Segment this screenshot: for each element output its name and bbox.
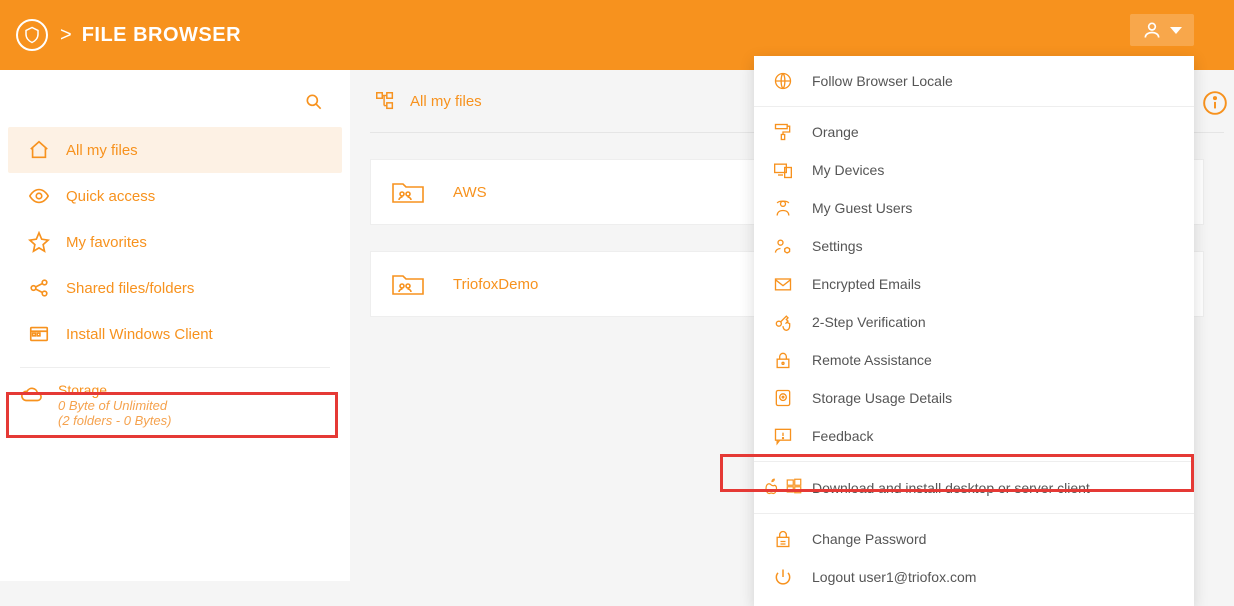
dd-label: Follow Browser Locale — [812, 73, 953, 89]
dd-my-devices[interactable]: My Devices — [754, 151, 1194, 189]
apple-icon — [763, 477, 781, 498]
storage-title: Storage — [58, 382, 171, 398]
sidebar-item-label: Install Windows Client — [66, 326, 213, 343]
mail-icon — [772, 274, 794, 294]
share-icon — [28, 277, 50, 299]
dd-theme-orange[interactable]: Orange — [754, 113, 1194, 151]
breadcrumb-sep: > — [60, 24, 72, 47]
power-icon — [772, 567, 794, 587]
dd-label: Logout user1@triofox.com — [812, 569, 976, 585]
sidebar-item-label: All my files — [66, 142, 138, 159]
team-folder-icon — [391, 178, 425, 206]
user-dropdown: Follow Browser Locale Orange My Devices … — [754, 56, 1194, 606]
windows-icon — [785, 477, 803, 498]
dd-follow-locale[interactable]: Follow Browser Locale — [754, 62, 1194, 100]
dd-logout[interactable]: Logout user1@triofox.com — [754, 558, 1194, 596]
storage-line2: (2 folders - 0 Bytes) — [58, 413, 171, 428]
dd-label: Download and install desktop or server c… — [812, 480, 1090, 496]
dd-change-password[interactable]: Change Password — [754, 520, 1194, 558]
divider — [754, 106, 1194, 107]
dd-guest-users[interactable]: My Guest Users — [754, 189, 1194, 227]
dd-label: Storage Usage Details — [812, 390, 952, 406]
dd-remote-assist[interactable]: Remote Assistance — [754, 341, 1194, 379]
dd-label: Settings — [812, 238, 863, 254]
cloud-icon — [20, 384, 42, 406]
divider — [754, 461, 1194, 462]
disk-icon — [772, 388, 794, 408]
tree-icon — [374, 90, 396, 112]
storage-info: Storage 0 Byte of Unlimited (2 folders -… — [0, 378, 350, 432]
dd-encrypted-emails[interactable]: Encrypted Emails — [754, 265, 1194, 303]
sidebar: All my files Quick access My favorites S… — [0, 70, 350, 581]
dd-feedback[interactable]: Feedback — [754, 417, 1194, 455]
divider — [754, 513, 1194, 514]
settings-user-icon — [772, 236, 794, 256]
dd-2step[interactable]: 2-Step Verification — [754, 303, 1194, 341]
dd-label: Encrypted Emails — [812, 276, 921, 292]
user-icon — [1142, 20, 1162, 40]
sidebar-item-label: My favorites — [66, 234, 147, 251]
app-window-icon — [28, 323, 50, 345]
password-icon — [772, 529, 794, 549]
globe-icon — [772, 71, 794, 91]
feedback-icon — [772, 426, 794, 446]
folder-name: TriofoxDemo — [453, 276, 538, 293]
dd-label: Change Password — [812, 531, 926, 547]
chevron-down-icon — [1170, 27, 1182, 34]
info-button[interactable] — [1202, 90, 1228, 116]
eye-icon — [28, 185, 50, 207]
app-logo — [16, 19, 48, 51]
sidebar-item-install-client[interactable]: Install Windows Client — [8, 311, 342, 357]
lock-icon — [772, 350, 794, 370]
dd-download-client[interactable]: Download and install desktop or server c… — [754, 468, 1194, 507]
sidebar-item-shared[interactable]: Shared files/folders — [8, 265, 342, 311]
page-title: FILE BROWSER — [82, 24, 241, 47]
breadcrumb-label: All my files — [410, 93, 482, 110]
home-icon — [28, 139, 50, 161]
sidebar-item-label: Shared files/folders — [66, 280, 194, 297]
dd-label: 2-Step Verification — [812, 314, 926, 330]
sidebar-item-all-files[interactable]: All my files — [8, 127, 342, 173]
storage-line1: 0 Byte of Unlimited — [58, 398, 171, 413]
dd-label: My Devices — [812, 162, 884, 178]
dd-settings[interactable]: Settings — [754, 227, 1194, 265]
devices-icon — [772, 160, 794, 180]
sidebar-item-label: Quick access — [66, 188, 155, 205]
star-icon — [28, 231, 50, 253]
guest-icon — [772, 198, 794, 218]
paint-roller-icon — [772, 122, 794, 142]
sidebar-item-quick-access[interactable]: Quick access — [8, 173, 342, 219]
search-icon[interactable] — [304, 92, 324, 117]
dd-label: Remote Assistance — [812, 352, 932, 368]
dd-label: Orange — [812, 124, 859, 140]
key-shield-icon — [772, 312, 794, 332]
user-menu-button[interactable] — [1130, 14, 1194, 46]
sidebar-item-favorites[interactable]: My favorites — [8, 219, 342, 265]
dd-label: My Guest Users — [812, 200, 912, 216]
dd-storage-usage[interactable]: Storage Usage Details — [754, 379, 1194, 417]
dd-label: Feedback — [812, 428, 873, 444]
divider — [20, 367, 330, 368]
team-folder-icon — [391, 270, 425, 298]
folder-name: AWS — [453, 184, 487, 201]
